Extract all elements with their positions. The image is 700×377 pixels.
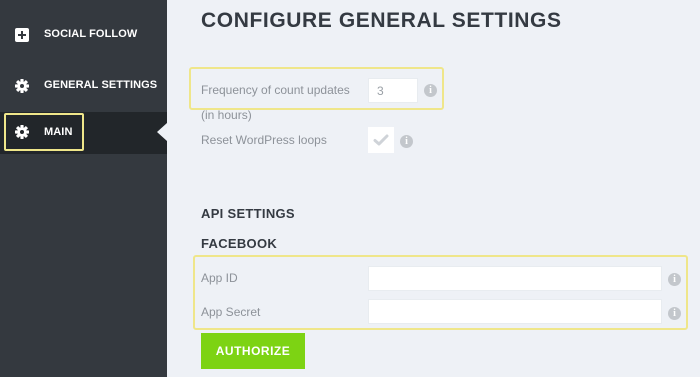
facebook-heading: FACEBOOK bbox=[201, 236, 278, 251]
app-secret-label: App Secret bbox=[201, 305, 261, 319]
frequency-sublabel: (in hours) bbox=[201, 108, 252, 122]
frequency-input[interactable] bbox=[368, 78, 418, 103]
checkmark-icon bbox=[373, 134, 389, 146]
info-icon[interactable]: i bbox=[400, 135, 413, 148]
active-item-caret bbox=[157, 123, 167, 141]
reset-loops-checkbox[interactable] bbox=[368, 127, 394, 153]
authorize-button[interactable]: AUTHORIZE bbox=[201, 333, 305, 369]
sidebar-item-label: SOCIAL FOLLOW bbox=[44, 28, 138, 40]
info-icon[interactable]: i bbox=[424, 84, 437, 97]
plus-square-icon bbox=[14, 27, 32, 45]
api-settings-heading: API SETTINGS bbox=[201, 206, 295, 221]
sidebar-item-general-settings[interactable]: GENERAL SETTINGS bbox=[0, 67, 167, 107]
gear-icon bbox=[14, 78, 32, 96]
sidebar-item-social-follow[interactable]: SOCIAL FOLLOW bbox=[0, 16, 167, 56]
page-title: CONFIGURE GENERAL SETTINGS bbox=[201, 9, 562, 32]
frequency-label: Frequency of count updates bbox=[201, 83, 350, 97]
main-highlight-box bbox=[4, 113, 84, 151]
reset-loops-label: Reset WordPress loops bbox=[201, 133, 327, 147]
info-icon[interactable]: i bbox=[668, 307, 681, 320]
app-id-field[interactable] bbox=[368, 266, 662, 291]
sidebar-item-label: GENERAL SETTINGS bbox=[44, 79, 158, 91]
sidebar: SOCIAL FOLLOW GENERAL SETTINGS MAIN bbox=[0, 0, 167, 377]
app-id-label: App ID bbox=[201, 271, 238, 285]
app-secret-field[interactable] bbox=[368, 299, 662, 324]
info-icon[interactable]: i bbox=[668, 273, 681, 286]
